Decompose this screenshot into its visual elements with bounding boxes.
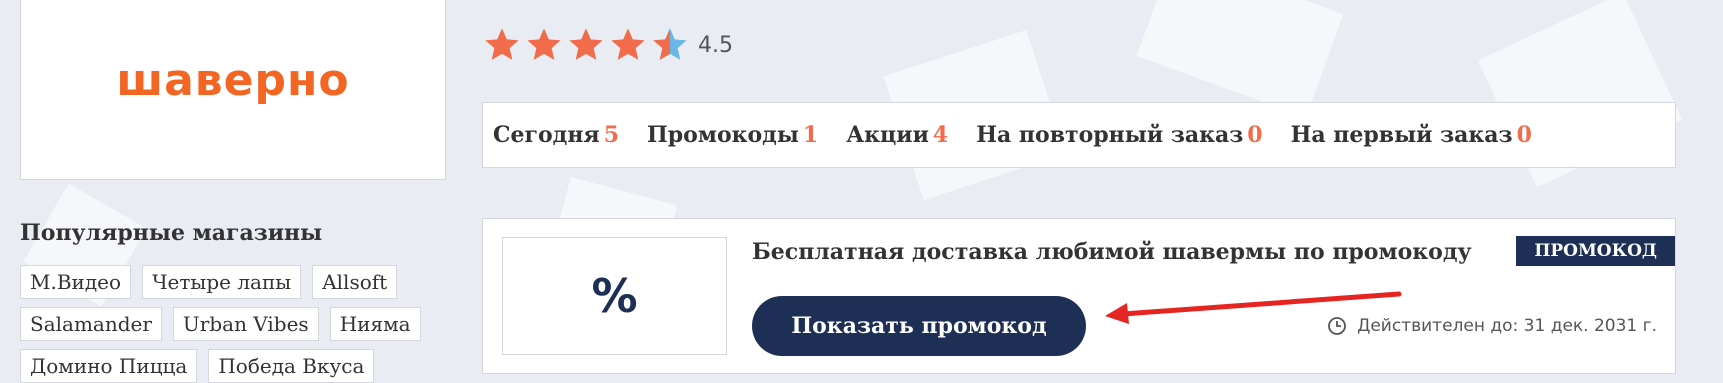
store-tag[interactable]: Salamander <box>20 307 162 341</box>
store-logo-box: шаверно <box>20 0 446 180</box>
tab-label: Промокоды <box>647 122 799 148</box>
tab-label: На повторный заказ <box>976 122 1244 148</box>
store-tag[interactable]: Allsoft <box>312 265 398 299</box>
star-icon <box>569 28 603 60</box>
tab-deals[interactable]: Акции 4 <box>846 122 948 148</box>
tab-count: 1 <box>802 122 819 148</box>
store-tag[interactable]: Четыре лапы <box>142 265 302 299</box>
validity-text: Действителен до: 31 дек. 2031 г. <box>1357 316 1657 336</box>
show-promocode-button[interactable]: Показать промокод <box>752 296 1086 356</box>
store-logo: шаверно <box>116 54 350 106</box>
clock-icon <box>1328 317 1346 335</box>
store-tag[interactable]: М.Видео <box>20 265 132 299</box>
validity: Действителен до: 31 дек. 2031 г. <box>1327 316 1657 336</box>
tab-label: Акции <box>846 122 929 148</box>
tab-repeat-order[interactable]: На повторный заказ 0 <box>976 122 1262 148</box>
rating-value: 4.5 <box>698 32 733 58</box>
tab-count: 0 <box>1516 122 1532 148</box>
tab-label: Сегодня <box>493 122 600 148</box>
percent-icon: % <box>591 269 638 323</box>
coupon-type-badge: ПРОМОКОД <box>1516 236 1675 266</box>
rating: 4.5 <box>482 25 733 65</box>
coupon-card: % Бесплатная доставка любимой шавермы по… <box>482 218 1676 374</box>
promo-filter-tabs: Сегодня 5 Промокоды 1 Акции 4 На повторный … <box>482 102 1676 168</box>
popular-stores-title: Популярные магазины <box>20 220 323 246</box>
tab-count: 4 <box>932 122 949 148</box>
store-tag[interactable]: Нияма <box>329 307 421 341</box>
tab-count: 0 <box>1247 122 1263 148</box>
tab-promocodes[interactable]: Промокоды 1 <box>647 122 818 148</box>
coupon-title[interactable]: Бесплатная доставка любимой шавермы по п… <box>752 239 1472 265</box>
tab-count: 5 <box>603 122 619 148</box>
popular-stores-list: М.Видео Четыре лапы Allsoft Salamander U… <box>20 265 440 383</box>
half-star-icon <box>653 28 687 60</box>
star-icon <box>611 28 645 60</box>
coupon-image: % <box>502 237 727 355</box>
tab-today[interactable]: Сегодня 5 <box>493 122 619 148</box>
star-icon <box>527 28 561 60</box>
store-tag[interactable]: Urban Vibes <box>172 307 319 341</box>
store-tag[interactable]: Домино Пицца <box>20 349 198 383</box>
star-icon <box>485 28 519 60</box>
store-tag[interactable]: Победа Вкуса <box>208 349 375 383</box>
tab-first-order[interactable]: На первый заказ 0 <box>1291 122 1532 148</box>
tab-label: На первый заказ <box>1290 122 1513 148</box>
